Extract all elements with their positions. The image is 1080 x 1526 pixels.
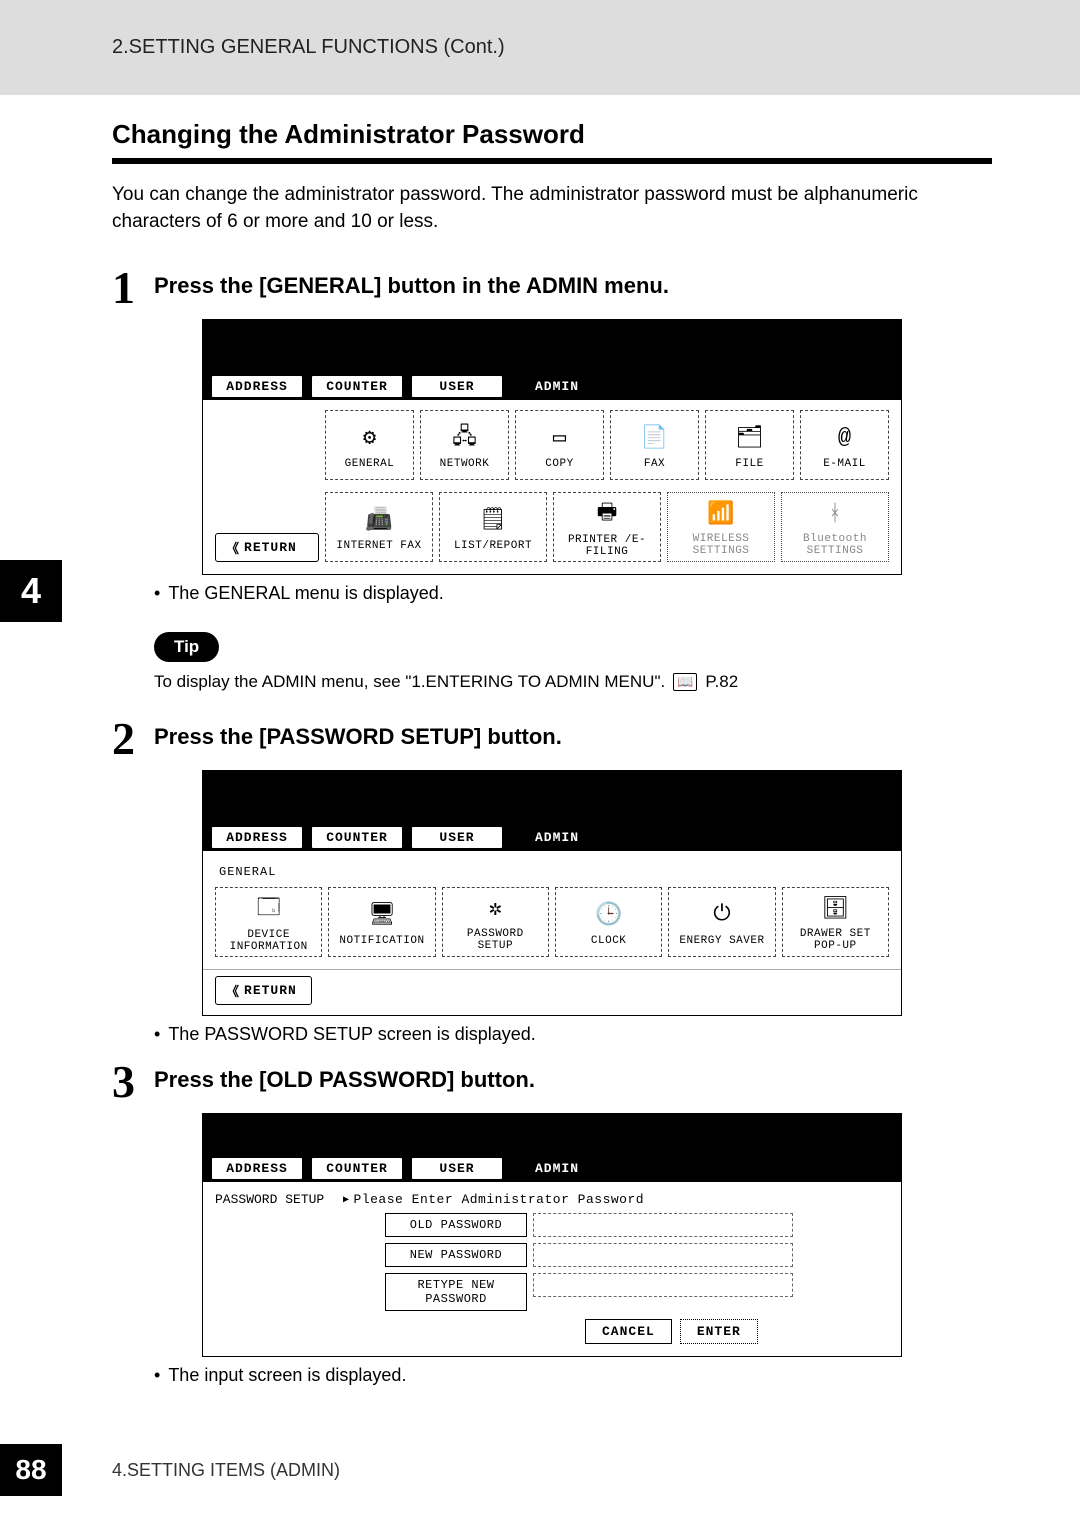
breadcrumb-password-setup: PASSWORD SETUP — [215, 1192, 343, 1207]
email-icon: @ — [827, 420, 863, 456]
new-password-button[interactable]: NEW PASSWORD — [385, 1243, 527, 1267]
internet-fax-button[interactable]: 📠INTERNET FAX — [325, 492, 433, 562]
tip-tag: Tip — [154, 632, 219, 662]
password-setup-screenshot: ADDRESS COUNTER USER ADMIN PASSWORD SETU… — [202, 1113, 902, 1357]
fax-button[interactable]: 📄FAX — [610, 410, 699, 480]
list-report-button[interactable]: 🗒LIST/REPORT — [439, 492, 547, 562]
section-title: Changing the Administrator Password — [112, 119, 992, 150]
running-header-text: 2.SETTING GENERAL FUNCTIONS (Cont.) — [112, 36, 505, 59]
clock-icon: 🕒 — [591, 897, 627, 933]
printer-icon: 🖶 — [589, 496, 625, 532]
list-report-icon: 🗒 — [475, 502, 511, 538]
notification-button[interactable]: 🖥NOTIFICATION — [328, 887, 435, 957]
general-menu-screenshot: ADDRESS COUNTER USER ADMIN GENERAL 🗔DEVI… — [202, 770, 902, 1016]
device-info-icon: 🗔 — [251, 891, 287, 927]
password-icon: ✲ — [477, 892, 513, 926]
tab-address[interactable]: ADDRESS — [211, 1157, 303, 1180]
old-password-field[interactable] — [533, 1213, 793, 1237]
title-rule — [112, 158, 992, 164]
book-icon: 📖 — [673, 673, 697, 691]
fax-icon: 📄 — [637, 420, 673, 456]
tab-user[interactable]: USER — [411, 1157, 503, 1180]
bluetooth-icon: ᚼ — [817, 497, 853, 531]
network-icon: 🖧 — [447, 420, 483, 456]
step2-note: The PASSWORD SETUP screen is displayed. — [154, 1024, 992, 1045]
step-number-3: 3 — [112, 1059, 154, 1105]
tab-address[interactable]: ADDRESS — [211, 375, 303, 398]
tab-user[interactable]: USER — [411, 375, 503, 398]
wireless-settings-button: 📶WIRELESS SETTINGS — [667, 492, 775, 562]
copy-button[interactable]: ▭COPY — [515, 410, 604, 480]
internet-fax-icon: 📠 — [361, 502, 397, 538]
tab-admin[interactable]: ADMIN — [511, 1157, 603, 1180]
device-information-button[interactable]: 🗔DEVICE INFORMATION — [215, 887, 322, 957]
tip-text: To display the ADMIN menu, see "1.ENTERI… — [154, 672, 992, 692]
file-button[interactable]: 🗂FILE — [705, 410, 794, 480]
wireless-icon: 📶 — [703, 497, 739, 531]
network-button[interactable]: 🖧NETWORK — [420, 410, 509, 480]
breadcrumb-general: GENERAL — [219, 865, 889, 879]
step3-note: The input screen is displayed. — [154, 1365, 992, 1386]
tab-user[interactable]: USER — [411, 826, 503, 849]
cancel-button[interactable]: CANCEL — [585, 1319, 672, 1344]
tab-counter[interactable]: COUNTER — [311, 375, 403, 398]
tab-address[interactable]: ADDRESS — [211, 826, 303, 849]
running-header: 2.SETTING GENERAL FUNCTIONS (Cont.) — [0, 0, 1080, 95]
step-number-2: 2 — [112, 716, 154, 762]
clock-button[interactable]: 🕒CLOCK — [555, 887, 662, 957]
retype-password-field[interactable] — [533, 1273, 793, 1297]
tab-admin[interactable]: ADMIN — [511, 826, 603, 849]
intro-text: You can change the administrator passwor… — [112, 182, 992, 235]
drawer-icon: 🗄 — [817, 892, 853, 926]
energy-saver-button[interactable]: ⏻ENERGY SAVER — [668, 887, 775, 957]
tab-counter[interactable]: COUNTER — [311, 1157, 403, 1180]
file-icon: 🗂 — [732, 420, 768, 456]
page-footer: 88 4.SETTING ITEMS (ADMIN) — [0, 1444, 340, 1496]
drawer-set-popup-button[interactable]: 🗄DRAWER SET POP-UP — [782, 887, 889, 957]
general-button[interactable]: ⚙GENERAL — [325, 410, 414, 480]
return-button[interactable]: RETURN — [215, 533, 319, 562]
enter-button[interactable]: ENTER — [680, 1319, 758, 1344]
password-setup-button[interactable]: ✲PASSWORD SETUP — [442, 887, 549, 957]
email-button[interactable]: @E-MAIL — [800, 410, 889, 480]
new-password-field[interactable] — [533, 1243, 793, 1267]
printer-efiling-button[interactable]: 🖶PRINTER /E-FILING — [553, 492, 661, 562]
step-number-1: 1 — [112, 265, 154, 311]
old-password-button[interactable]: OLD PASSWORD — [385, 1213, 527, 1237]
bluetooth-settings-button: ᚼBluetooth SETTINGS — [781, 492, 889, 562]
tab-counter[interactable]: COUNTER — [311, 826, 403, 849]
tab-admin[interactable]: ADMIN — [511, 375, 603, 398]
general-icon: ⚙ — [352, 420, 388, 456]
energy-icon: ⏻ — [704, 897, 740, 933]
step-title-3: Press the [OLD PASSWORD] button. — [154, 1059, 535, 1093]
copy-icon: ▭ — [542, 420, 578, 456]
chapter-tab: 4 — [0, 560, 62, 622]
page-number: 88 — [0, 1444, 62, 1496]
notification-icon: 🖥 — [364, 897, 400, 933]
step-title-1: Press the [GENERAL] button in the ADMIN … — [154, 265, 669, 299]
prompt-text: Please Enter Administrator Password — [343, 1192, 644, 1207]
retype-password-button[interactable]: RETYPE NEW PASSWORD — [385, 1273, 527, 1311]
step-title-2: Press the [PASSWORD SETUP] button. — [154, 716, 562, 750]
admin-menu-screenshot: ADDRESS COUNTER USER ADMIN RETURN ⚙GENER… — [202, 319, 902, 575]
return-button[interactable]: RETURN — [215, 976, 312, 1005]
footer-chapter: 4.SETTING ITEMS (ADMIN) — [112, 1460, 340, 1481]
step1-note: The GENERAL menu is displayed. — [154, 583, 992, 604]
